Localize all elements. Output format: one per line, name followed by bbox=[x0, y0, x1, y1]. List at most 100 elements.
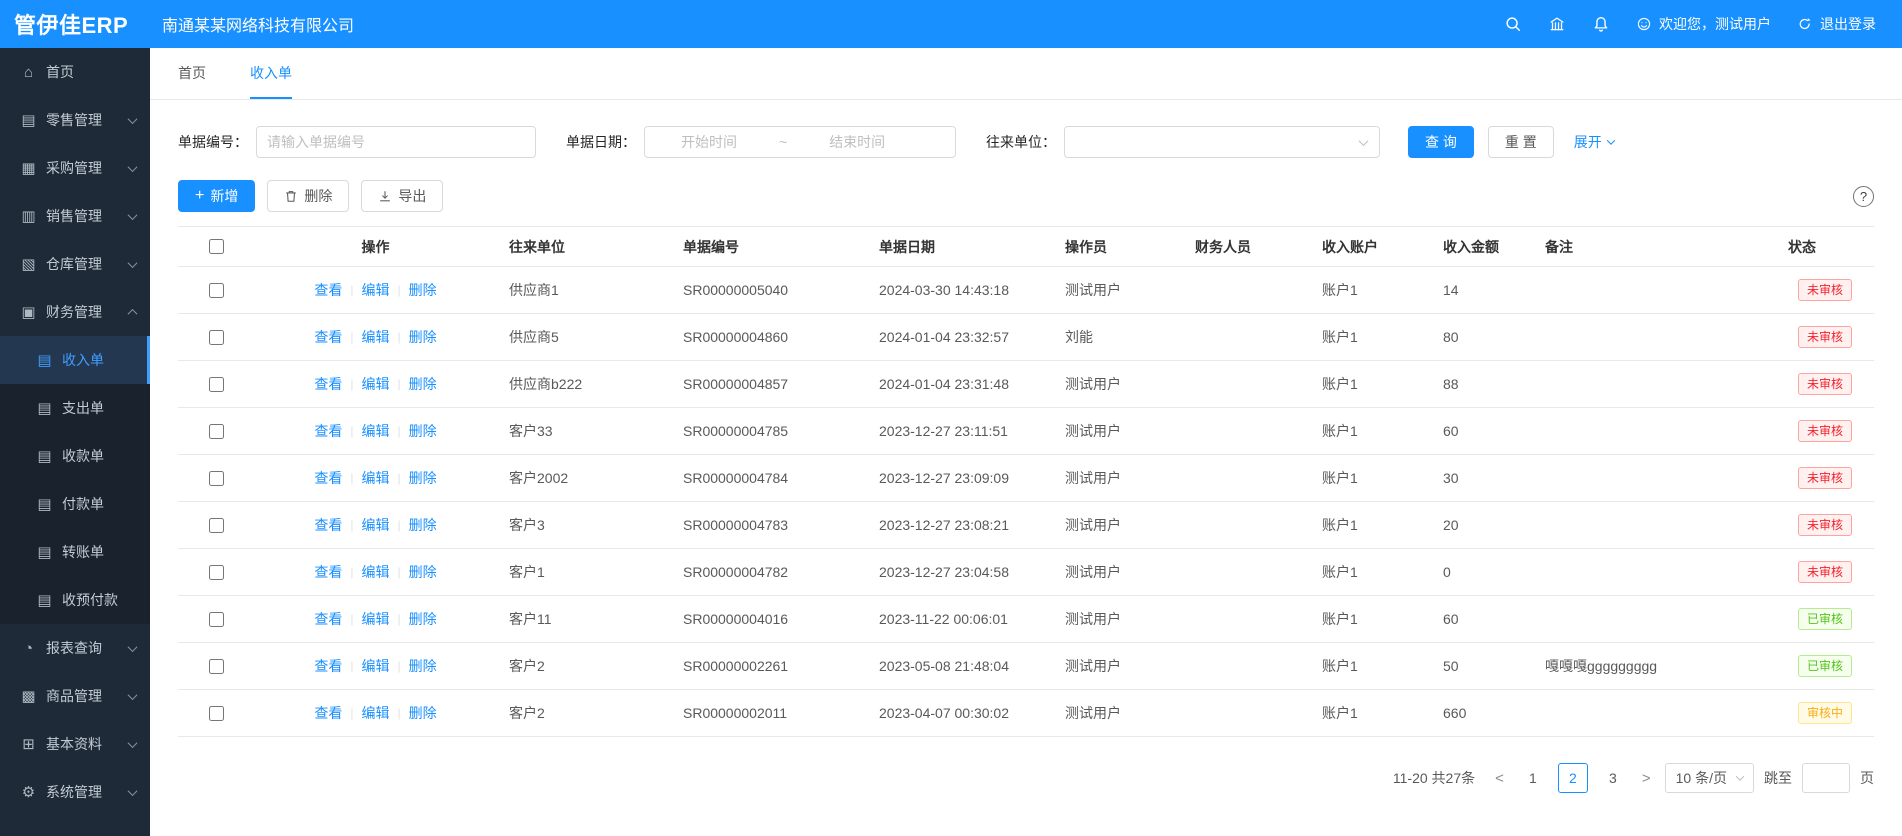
partner-select[interactable] bbox=[1064, 126, 1380, 158]
home-icon: ⌂ bbox=[20, 64, 37, 81]
view-link[interactable]: 查看 bbox=[314, 515, 342, 535]
delete-button[interactable]: 删除 bbox=[267, 180, 349, 212]
help-icon[interactable]: ? bbox=[1853, 186, 1874, 207]
sidebar-item-系统管理[interactable]: ⚙系统管理 bbox=[0, 768, 150, 816]
delete-link[interactable]: 删除 bbox=[409, 515, 437, 535]
view-link[interactable]: 查看 bbox=[314, 374, 342, 394]
page-1-button[interactable]: 1 bbox=[1518, 763, 1548, 793]
cell-bill-no: SR00000004016 bbox=[671, 611, 867, 627]
sidebar-item-零售管理[interactable]: ▤零售管理 bbox=[0, 96, 150, 144]
purchase-icon: ▦ bbox=[20, 159, 37, 177]
sidebar-item-采购管理[interactable]: ▦采购管理 bbox=[0, 144, 150, 192]
delete-link[interactable]: 删除 bbox=[409, 609, 437, 629]
delete-link[interactable]: 删除 bbox=[409, 327, 437, 347]
table-row: 查看|编辑|删除客户2002SR000000047842023-12-27 23… bbox=[178, 455, 1874, 502]
chevron-up-icon bbox=[128, 308, 138, 318]
delete-link[interactable]: 删除 bbox=[409, 703, 437, 723]
view-link[interactable]: 查看 bbox=[314, 703, 342, 723]
row-checkbox[interactable] bbox=[209, 659, 224, 674]
row-checkbox[interactable] bbox=[209, 471, 224, 486]
reset-button[interactable]: 重 置 bbox=[1488, 126, 1554, 158]
delete-link[interactable]: 删除 bbox=[409, 656, 437, 676]
tab-home[interactable]: 首页 bbox=[178, 48, 206, 99]
welcome-user[interactable]: 欢迎您，测试用户 bbox=[1636, 14, 1771, 34]
plus-icon: + bbox=[195, 188, 204, 204]
view-link[interactable]: 查看 bbox=[314, 327, 342, 347]
search-button[interactable]: 查 询 bbox=[1408, 126, 1474, 158]
logout-button[interactable]: 退出登录 bbox=[1797, 14, 1876, 34]
row-checkbox[interactable] bbox=[209, 283, 224, 298]
edit-link[interactable]: 编辑 bbox=[362, 609, 390, 629]
basedata-icon: ⊞ bbox=[20, 735, 37, 753]
sidebar-item-销售管理[interactable]: ▥销售管理 bbox=[0, 192, 150, 240]
sidebar-subitem-收款单[interactable]: ▤收款单 bbox=[0, 432, 150, 480]
date-start-input[interactable] bbox=[645, 134, 773, 150]
edit-link[interactable]: 编辑 bbox=[362, 515, 390, 535]
filter-bar: 单据编号： 单据日期： ~ 往来单位： 查 询 重 置 展开 bbox=[150, 100, 1902, 158]
view-link[interactable]: 查看 bbox=[314, 280, 342, 300]
sidebar-subitem-付款单[interactable]: ▤付款单 bbox=[0, 480, 150, 528]
expand-filters-link[interactable]: 展开 bbox=[1574, 132, 1614, 152]
delete-link[interactable]: 删除 bbox=[409, 280, 437, 300]
sidebar-item-仓库管理[interactable]: ▧仓库管理 bbox=[0, 240, 150, 288]
row-checkbox[interactable] bbox=[209, 424, 224, 439]
cell-account: 账户1 bbox=[1310, 280, 1431, 300]
jump-page-input[interactable] bbox=[1802, 763, 1850, 793]
sidebar-item-财务管理[interactable]: ▣财务管理 bbox=[0, 288, 150, 336]
delete-link[interactable]: 删除 bbox=[409, 421, 437, 441]
sidebar-item-报表查询[interactable]: ◔报表查询 bbox=[0, 624, 150, 672]
sidebar-subitem-支出单[interactable]: ▤支出单 bbox=[0, 384, 150, 432]
row-checkbox[interactable] bbox=[209, 330, 224, 345]
sidebar-item-商品管理[interactable]: ▩商品管理 bbox=[0, 672, 150, 720]
edit-link[interactable]: 编辑 bbox=[362, 562, 390, 582]
next-page-button[interactable]: > bbox=[1638, 770, 1655, 787]
view-link[interactable]: 查看 bbox=[314, 468, 342, 488]
prev-page-button[interactable]: < bbox=[1491, 770, 1508, 787]
edit-link[interactable]: 编辑 bbox=[362, 280, 390, 300]
sidebar-item-基本资料[interactable]: ⊞基本资料 bbox=[0, 720, 150, 768]
select-all-checkbox[interactable] bbox=[209, 239, 224, 254]
sidebar-subitem-收入单[interactable]: ▤收入单 bbox=[0, 336, 150, 384]
page-2-button[interactable]: 2 bbox=[1558, 763, 1588, 793]
row-checkbox[interactable] bbox=[209, 565, 224, 580]
column-header-往来单位: 往来单位 bbox=[497, 237, 671, 257]
edit-link[interactable]: 编辑 bbox=[362, 703, 390, 723]
row-checkbox[interactable] bbox=[209, 612, 224, 627]
delete-link[interactable]: 删除 bbox=[409, 468, 437, 488]
view-link[interactable]: 查看 bbox=[314, 656, 342, 676]
view-link[interactable]: 查看 bbox=[314, 562, 342, 582]
view-link[interactable]: 查看 bbox=[314, 421, 342, 441]
cell-account: 账户1 bbox=[1310, 703, 1431, 723]
status-badge: 审核中 bbox=[1798, 702, 1852, 725]
add-button[interactable]: + 新增 bbox=[178, 180, 255, 212]
edit-link[interactable]: 编辑 bbox=[362, 656, 390, 676]
row-checkbox[interactable] bbox=[209, 706, 224, 721]
edit-link[interactable]: 编辑 bbox=[362, 374, 390, 394]
chevron-down-icon bbox=[1359, 136, 1369, 146]
row-checkbox[interactable] bbox=[209, 518, 224, 533]
export-button[interactable]: 导出 bbox=[361, 180, 443, 212]
search-icon[interactable] bbox=[1504, 15, 1522, 33]
edit-link[interactable]: 编辑 bbox=[362, 468, 390, 488]
page-3-button[interactable]: 3 bbox=[1598, 763, 1628, 793]
home-shortcut-icon[interactable] bbox=[1548, 15, 1566, 33]
row-checkbox[interactable] bbox=[209, 377, 224, 392]
cell-bill-date: 2023-12-27 23:04:58 bbox=[867, 564, 1053, 580]
sidebar-subitem-转账单[interactable]: ▤转账单 bbox=[0, 528, 150, 576]
sidebar-subitem-收预付款[interactable]: ▤收预付款 bbox=[0, 576, 150, 624]
edit-link[interactable]: 编辑 bbox=[362, 421, 390, 441]
notification-bell-icon[interactable] bbox=[1592, 15, 1610, 33]
report-icon: ◔ bbox=[20, 640, 37, 657]
tab-income-bill[interactable]: 收入单 bbox=[250, 48, 292, 99]
cell-amount: 660 bbox=[1431, 705, 1533, 721]
page-size-select[interactable]: 10 条/页 bbox=[1665, 763, 1754, 793]
date-range-picker[interactable]: ~ bbox=[644, 126, 956, 158]
edit-link[interactable]: 编辑 bbox=[362, 327, 390, 347]
cell-bill-no: SR00000005040 bbox=[671, 282, 867, 298]
bill-no-input[interactable] bbox=[256, 126, 536, 158]
delete-link[interactable]: 删除 bbox=[409, 374, 437, 394]
date-end-input[interactable] bbox=[793, 134, 921, 150]
view-link[interactable]: 查看 bbox=[314, 609, 342, 629]
delete-link[interactable]: 删除 bbox=[409, 562, 437, 582]
sidebar-item-首页[interactable]: ⌂首页 bbox=[0, 48, 150, 96]
